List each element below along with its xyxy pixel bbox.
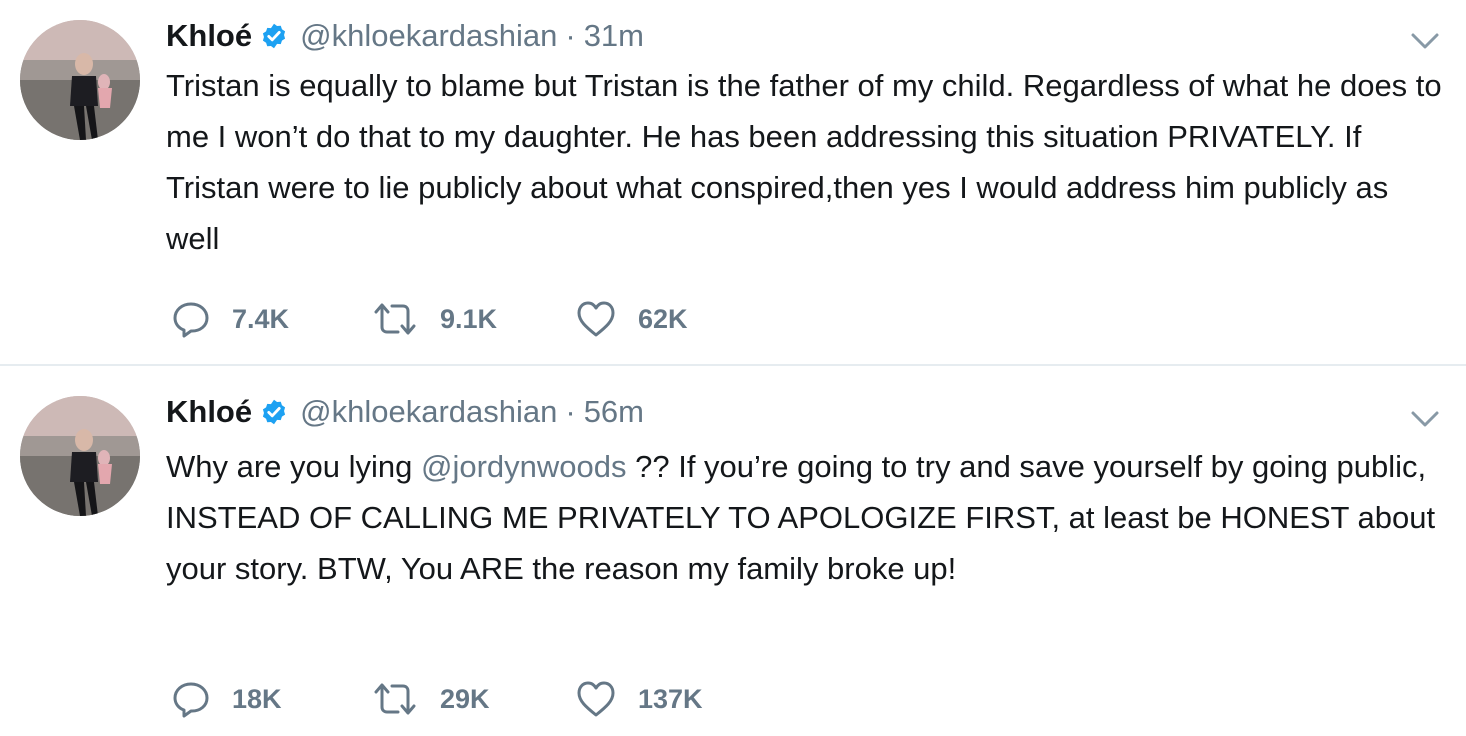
reply-count: 18K [232,683,282,714]
tweet-text: Why are you lying @jordynwoods ?? If you… [166,441,1446,594]
heart-icon [576,300,616,338]
like-button[interactable]: 137K [576,676,703,722]
tweet-feed: Khloé @khloekardashian · 31m Tristan is … [0,0,1466,736]
profile-photo-icon [20,396,140,516]
reply-button[interactable]: 18K [172,676,282,722]
display-name[interactable]: Khloé [166,18,252,54]
tweet-header: Khloé @khloekardashian · 31m [166,16,644,56]
verified-badge-icon [260,22,288,50]
tweet-header: Khloé @khloekardashian · 56m [166,392,644,432]
mention-link[interactable]: @jordynwoods [421,449,627,484]
profile-photo-icon [20,20,140,140]
display-name[interactable]: Khloé [166,394,252,430]
chevron-down-icon[interactable] [1408,404,1442,434]
user-handle[interactable]: @khloekardashian [300,18,557,54]
like-button[interactable]: 62K [576,296,688,342]
tweet-text: Tristan is equally to blame but Tristan … [166,60,1446,264]
retweet-count: 9.1K [440,303,498,334]
chevron-down-icon[interactable] [1408,26,1442,56]
tweet[interactable]: Khloé @khloekardashian · 56m Why are you… [0,366,1466,736]
separator-dot: · [565,18,576,53]
retweet-count: 29K [440,683,490,714]
reply-bubble-icon [172,680,210,718]
timestamp[interactable]: 31m [584,18,644,54]
user-handle[interactable]: @khloekardashian [300,394,557,430]
heart-icon [576,680,616,718]
reply-bubble-icon [172,300,210,338]
verified-badge-icon [260,398,288,426]
reply-button[interactable]: 7.4K [172,296,289,342]
separator-dot: · [565,394,576,429]
retweet-button[interactable]: 9.1K [372,296,497,342]
reply-count: 7.4K [232,303,290,334]
retweet-icon [372,300,418,338]
avatar[interactable] [20,396,140,516]
retweet-button[interactable]: 29K [372,676,490,722]
tweet-body: Tristan is equally to blame but Tristan … [166,68,1442,256]
avatar[interactable] [20,20,140,140]
retweet-icon [372,680,418,718]
like-count: 137K [638,683,703,714]
tweet-body-start: Why are you lying [166,449,421,484]
timestamp[interactable]: 56m [584,394,644,430]
like-count: 62K [638,303,688,334]
tweet[interactable]: Khloé @khloekardashian · 31m Tristan is … [0,0,1466,364]
